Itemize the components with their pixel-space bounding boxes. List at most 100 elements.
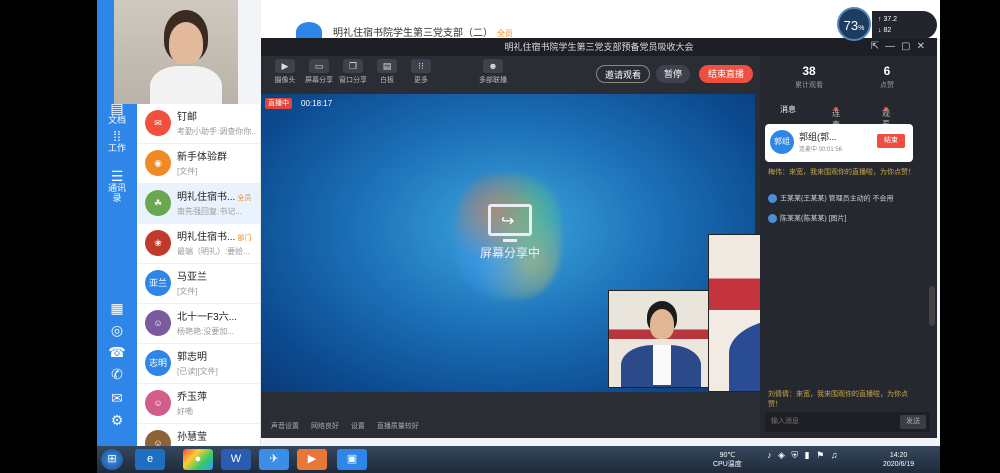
chat-preview: [文件] — [177, 287, 198, 296]
avatar: ☺ — [145, 390, 171, 416]
camera-icon: ▶ — [275, 59, 295, 73]
chat-list-item[interactable]: ❀ 明礼住宿书... 部门 最端（明礼）:要给... — [137, 224, 260, 264]
avatar: ✉ — [145, 110, 171, 136]
zoom-indicator[interactable]: 73% — [837, 7, 871, 41]
tab-viewers[interactable]: 观看·38 — [882, 104, 894, 139]
window-controls[interactable]: ⇱—▢✕ — [871, 38, 931, 56]
call-icon[interactable]: ✆ — [105, 366, 129, 390]
phone-icon[interactable]: ☎ — [105, 344, 129, 368]
window-icon: ❐ — [343, 59, 363, 73]
end-mic-button[interactable]: 结束 — [877, 134, 905, 148]
more-icon: ⁝⁝ — [411, 59, 431, 73]
live-window-title: 明礼住宿书院学生第三党支部预备党员吸收大会 ⇱—▢✕ — [261, 38, 937, 56]
end-live-button[interactable]: 结束直播 — [699, 65, 753, 83]
mail-icon[interactable]: ✉ — [105, 390, 129, 414]
browser-ie-icon[interactable]: e — [135, 449, 165, 470]
mic-settings[interactable]: 声音设置 — [271, 423, 299, 430]
avatar: 郭组 — [770, 130, 794, 154]
live-status-bar: 声音设置 网络良好 设置 直播质量较好 — [261, 416, 755, 438]
chat-tag: 部门 — [237, 235, 252, 242]
speaker-name: 郭组(郭... — [799, 132, 837, 142]
chat-message: 刘倩倩：来宽，我来围观你的直播啦，为你点赞！ — [768, 391, 908, 408]
start-button[interactable]: ⊞ — [101, 449, 123, 470]
live-app-icon[interactable]: ▣ — [337, 449, 367, 470]
whiteboard-icon: ▤ — [377, 59, 397, 73]
chat-name: 新手体验群 — [177, 152, 227, 163]
avatar: 志明 — [145, 350, 171, 376]
taskbar: ⊞ e ● W ✈ ▶ ▣ 90℃ CPU温度 ♪ ◈ ⛨ ▮ ⚑ ♫ 14:20… — [97, 446, 940, 473]
chat-preview: 杨艳艳:没要加... — [177, 327, 234, 336]
chat-message: 梅伟：来宽，我来围观你的直播啦，为你点赞！ — [768, 169, 915, 176]
desktop-screen: 明礼住宿书院学生第三党支部（二） 全员 ▤ 文档 ⁞⁞ 工作 ☰ 通讯录 ▦ ◎ ☎ ✆… — [97, 0, 940, 473]
contacts-icon: ☰ — [110, 168, 124, 184]
settings-icon[interactable]: ⚙ — [105, 412, 129, 436]
chat-preview: 好嘞 — [177, 407, 193, 416]
media-player-icon[interactable]: ▶ — [297, 449, 327, 470]
user-icon — [768, 194, 777, 203]
dingtalk-icon[interactable]: ✈ — [259, 449, 289, 470]
tab-mic[interactable]: 连麦·1 — [832, 104, 840, 139]
chat-list-item[interactable]: ☺ 北十一F3六... 杨艳艳:没要加... — [137, 304, 260, 344]
chat-name: 马亚兰 — [177, 272, 207, 283]
avatar: 亚兰 — [145, 270, 171, 296]
quality-status: 直播质量较好 — [376, 423, 419, 430]
live-timer: 00:18:17 — [301, 99, 333, 108]
network-speed: ↑ 37.2 ↓ 82 — [872, 11, 937, 39]
rail-item-work[interactable]: ⁞⁞ 工作 — [105, 128, 129, 153]
clock[interactable]: 14:20 2020/6/19 — [883, 451, 914, 469]
chat-name: 明礼住宿书... 全员 — [177, 192, 252, 203]
group-tag: 全员 — [497, 29, 513, 38]
message-input[interactable]: 输入消息 发送 — [765, 412, 930, 432]
tray-icons[interactable]: ♪ ◈ ⛨ ▮ ⚑ ♫ — [767, 451, 839, 460]
group-title[interactable]: 明礼住宿书院学生第三党支部（二） 全员 — [333, 24, 513, 39]
avatar: ☺ — [145, 310, 171, 336]
cpu-temperature: 90℃ CPU温度 — [713, 452, 742, 468]
chat-name: 明礼住宿书... 部门 — [177, 232, 252, 243]
invite-button[interactable]: 邀请观看 — [596, 65, 650, 83]
toolbar-more-button[interactable]: ⁝⁝ 更多 — [401, 59, 441, 85]
wps-icon[interactable]: W — [221, 449, 251, 470]
chat-list-item[interactable]: ✉ 钉邮 考勤小助手:调查你你... — [137, 104, 260, 144]
chat-message: 陈某某(陈某某) [图片] — [768, 214, 916, 224]
grid-icon: ⁞⁞ — [113, 128, 121, 144]
avatar: ❀ — [145, 230, 171, 256]
live-side-panel: 38累计观看 6点赞 消息 连麦·1 观看·38 郭组 郭组(郭... 连麦中 … — [760, 56, 937, 438]
avatar: ◉ — [145, 150, 171, 176]
chat-list-item[interactable]: 志明 郭志明 [已读][文件] — [137, 344, 260, 384]
tab-messages[interactable]: 消息 — [780, 104, 796, 115]
self-webcam — [114, 0, 238, 104]
side-tabs: 消息 连麦·1 观看·38 — [760, 100, 937, 139]
calendar-icon[interactable]: ▦ — [105, 300, 129, 324]
chat-list-item[interactable]: ☘ 明礼住宿书... 全员 南先强回复:书记... — [137, 184, 260, 224]
mic-speaker-card: 郭组 郭组(郭... 连麦中 00:01:56 结束 — [765, 124, 913, 162]
guest-camera-small — [608, 290, 710, 388]
chat-preview: 最端（明礼）:要给... — [177, 247, 250, 256]
chat-preview: [已读][文件] — [177, 367, 218, 376]
scrollbar[interactable] — [929, 286, 935, 326]
chat-list-item[interactable]: 亚兰 马亚兰 [文件] — [137, 264, 260, 304]
screen-sharing-indicator: ↪ 屏幕分享中 — [464, 204, 556, 261]
screen-icon: ▭ — [309, 59, 329, 73]
chat-list: ✉ 钉邮 考勤小助手:调查你你... ◉ 新手体验群 [文件] ☘ 明礼住宿书... 全员 南先强… — [137, 104, 261, 464]
chat-name: 乔玉萍 — [177, 392, 207, 403]
chat-message: 王某某(王某某) 管理员主动的 不会用 — [768, 194, 916, 204]
pause-button[interactable]: 暂停 — [656, 65, 690, 83]
rail-item-contacts[interactable]: ☰ 通讯录 — [105, 168, 129, 203]
chat-list-item[interactable]: ☺ 乔玉萍好嘞 — [137, 384, 260, 424]
speaker-status: 连麦中 00:01:56 — [799, 147, 843, 153]
chat-name: 北十一F3六... — [177, 312, 238, 323]
person-icon: ☻ — [483, 59, 503, 73]
browser-chrome-icon[interactable]: ● — [183, 449, 213, 470]
chat-tag: 全员 — [237, 195, 252, 202]
live-badge: 直播中 — [265, 98, 292, 109]
toolbar-person-button[interactable]: ☻ 多部联播 — [473, 59, 513, 85]
chat-list-item[interactable]: ◉ 新手体验群 [文件] — [137, 144, 260, 184]
ding-icon[interactable]: ◎ — [105, 322, 129, 346]
send-button[interactable]: 发送 — [900, 415, 926, 429]
avatar: ☘ — [145, 190, 171, 216]
chat-preview: 南先强回复:书记... — [177, 207, 242, 216]
chat-name: 孙慧莹 — [177, 432, 207, 443]
chat-name: 郭志明 — [177, 352, 207, 363]
chat-preview: [文件] — [177, 167, 198, 176]
settings-button[interactable]: 设置 — [351, 423, 365, 430]
